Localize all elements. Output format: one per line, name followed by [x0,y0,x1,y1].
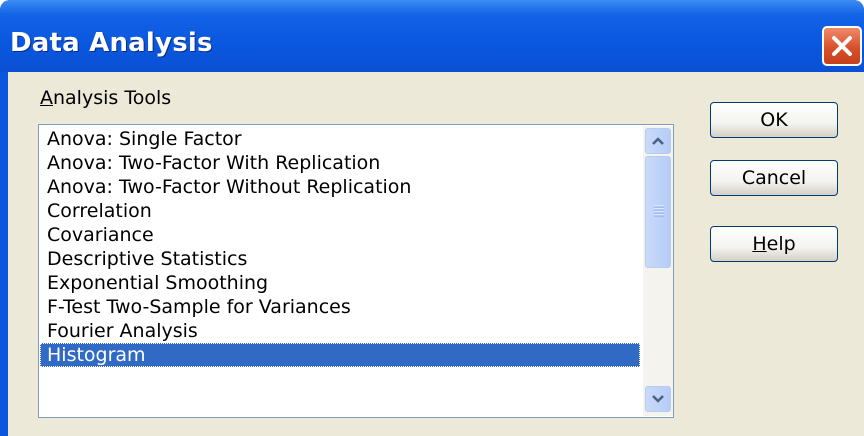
dialog-title: Data Analysis [10,28,213,58]
chevron-down-icon [652,395,664,403]
dialog-client-area: Analysis Tools Anova: Single Factor Anov… [8,72,864,436]
close-button[interactable] [822,26,862,66]
grip-icon [654,205,664,217]
ok-button[interactable]: OK [710,102,838,138]
close-icon [832,36,852,56]
list-item[interactable]: Correlation [47,199,152,223]
list-item[interactable]: Covariance [47,223,154,247]
cancel-button[interactable]: Cancel [710,160,838,196]
chevron-up-icon [652,137,664,145]
list-item[interactable]: F-Test Two-Sample for Variances [47,295,351,319]
scroll-up-button[interactable] [645,128,671,154]
list-item-selected[interactable]: Histogram [40,343,640,367]
help-button[interactable]: Help [710,226,838,262]
analysis-tools-listbox[interactable]: Anova: Single Factor Anova: Two-Factor W… [38,124,674,418]
scroll-thumb[interactable] [645,156,671,268]
list-item[interactable]: Anova: Two-Factor Without Replication [47,175,411,199]
list-item[interactable]: Descriptive Statistics [47,247,247,271]
vertical-scrollbar[interactable] [643,126,673,416]
title-bar[interactable]: Data Analysis [0,0,864,72]
analysis-tools-label: Analysis Tools [40,87,172,109]
list-item[interactable]: Anova: Two-Factor With Replication [47,151,380,175]
data-analysis-dialog: Data Analysis Analysis Tools Anova: Sing… [0,0,864,436]
list-item[interactable]: Fourier Analysis [47,319,198,343]
list-item[interactable]: Anova: Single Factor [47,127,242,151]
scroll-down-button[interactable] [645,386,671,412]
list-item[interactable]: Exponential Smoothing [47,271,268,295]
